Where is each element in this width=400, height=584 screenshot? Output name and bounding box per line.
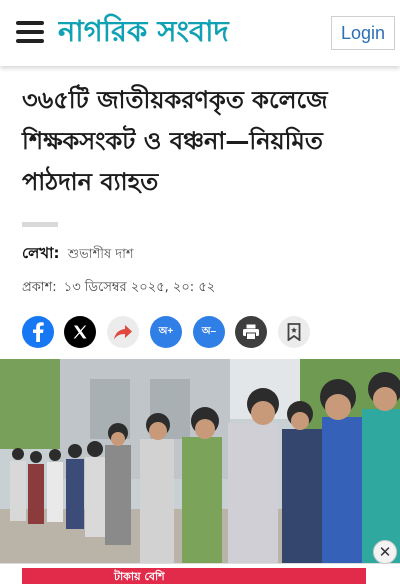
font-decrease-button[interactable]: অ– <box>193 316 225 348</box>
print-icon <box>243 324 259 340</box>
published-label: প্রকাশ: <box>22 280 57 295</box>
facebook-icon <box>33 322 44 342</box>
article-photo <box>0 359 400 584</box>
divider <box>22 222 58 227</box>
article-headline: ৩৬৫টি জাতীয়করণকৃত কলেজে শিক্ষকসংকট ও বঞ… <box>22 86 328 196</box>
site-header: নাগরিক সংবাদ Login <box>0 0 400 66</box>
ad-text: টাকায় বেশি <box>22 568 366 584</box>
print-button[interactable] <box>235 316 267 348</box>
published-date: ১৩ ডিসেম্বর ২০২৫, ২০: ৫২ <box>63 280 216 295</box>
crowd-photo-illustration <box>0 359 400 584</box>
close-icon: ✕ <box>378 543 392 561</box>
ad-close-button[interactable]: ✕ <box>373 540 397 564</box>
bookmark-icon <box>287 323 301 341</box>
share-icon <box>114 325 132 340</box>
x-icon <box>73 325 87 339</box>
author-line: লেখা: শুভাশীষ দাশ <box>22 242 134 267</box>
author-label: লেখা: <box>22 244 60 262</box>
login-button[interactable]: Login <box>331 16 395 50</box>
share-button[interactable] <box>107 316 139 348</box>
facebook-share-button[interactable] <box>22 316 54 348</box>
author-name[interactable]: শুভাশীষ দাশ <box>68 247 134 262</box>
x-share-button[interactable] <box>64 316 96 348</box>
bookmark-button[interactable] <box>278 316 310 348</box>
ad-banner[interactable]: টাকায় বেশি <box>0 563 400 584</box>
hamburger-menu-icon[interactable] <box>16 20 46 44</box>
site-logo[interactable]: নাগরিক সংবাদ <box>58 9 318 53</box>
font-increase-button[interactable]: অ+ <box>150 316 182 348</box>
published-line: প্রকাশ: ১৩ ডিসেম্বর ২০২৫, ২০: ৫২ <box>22 278 215 299</box>
